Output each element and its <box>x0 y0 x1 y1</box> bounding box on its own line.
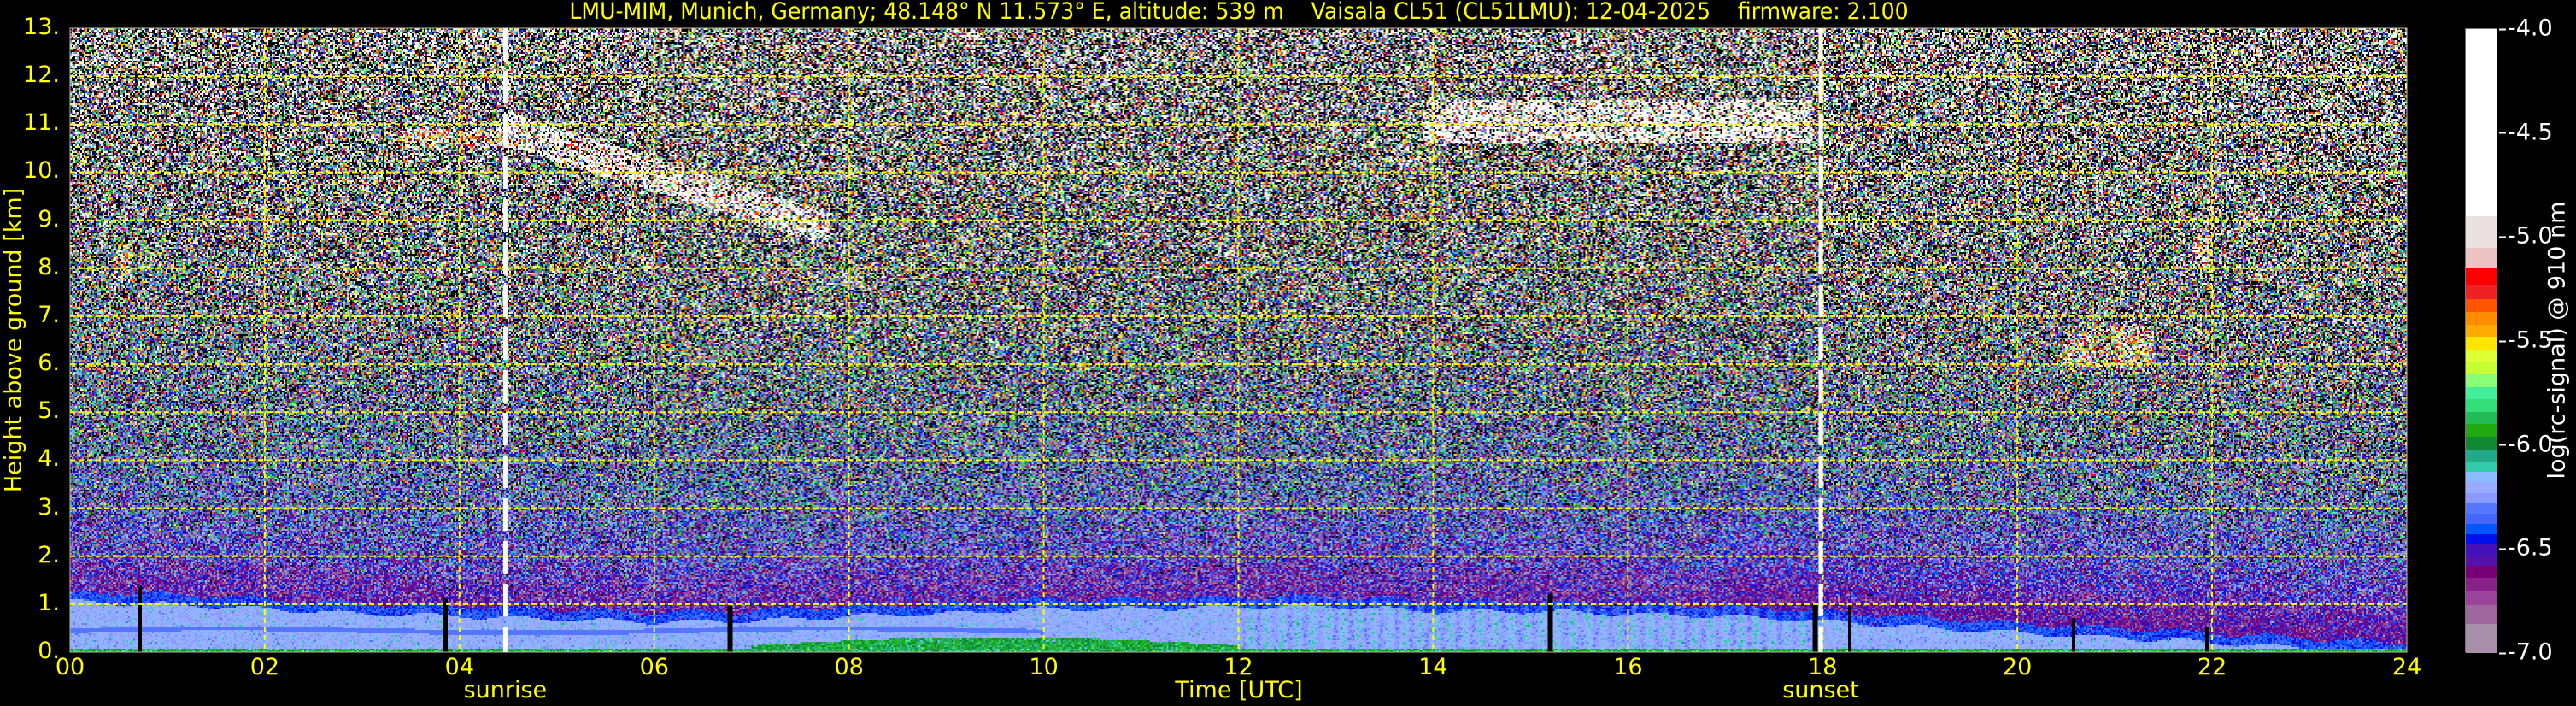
y-tick-label: 2. <box>38 542 60 568</box>
y-tick-label: 4. <box>38 445 60 472</box>
colorbar-segment <box>2466 591 2497 606</box>
plot-overlay <box>70 28 2407 652</box>
y-axis-label: Height above ground [km] <box>1 188 27 492</box>
chart-title: LMU-MIM, Munich, Germany; 48.148° N 11.5… <box>87 0 2391 25</box>
colorbar-segment <box>2466 482 2497 493</box>
y-tick-label: 6. <box>38 350 60 376</box>
colorbar <box>2465 28 2497 652</box>
y-tick-label: 5. <box>38 397 60 424</box>
x-tick-label: 24 <box>2392 654 2421 680</box>
colorbar-segment <box>2466 566 2497 579</box>
colorbar-segment <box>2466 325 2497 338</box>
colorbar-segment <box>2466 450 2497 462</box>
colorbar-segment <box>2466 216 2497 248</box>
x-tick-label: 08 <box>834 654 863 680</box>
sunrise-label: sunrise <box>464 677 548 703</box>
colorbar-segment <box>2466 412 2497 425</box>
colorbar-segment <box>2466 514 2497 525</box>
colorbar-segment <box>2466 503 2497 515</box>
y-tick-label: 1. <box>38 590 60 616</box>
colorbar-segment <box>2466 387 2497 400</box>
colorbar-segment <box>2466 299 2497 312</box>
colorbar-segment <box>2466 399 2497 412</box>
x-tick-label: 20 <box>2003 654 2032 680</box>
colorbar-segment <box>2466 362 2497 374</box>
y-tick-label: 10. <box>23 157 60 184</box>
x-tick-label: 00 <box>56 654 85 680</box>
x-tick-label: 10 <box>1029 654 1058 680</box>
colorbar-label: log(rc-signal) @ 910 nm <box>2544 202 2571 479</box>
colorbar-segment <box>2466 462 2497 473</box>
colorbar-segment <box>2466 472 2497 483</box>
colorbar-tick-label: -6.5 <box>2499 535 2553 562</box>
colorbar-tick-label: -4.0 <box>2499 15 2553 42</box>
colorbar-segment <box>2466 248 2497 269</box>
colorbar-segment <box>2466 268 2497 285</box>
colorbar-segment <box>2466 605 2497 624</box>
y-tick-label: 3. <box>38 493 60 520</box>
colorbar-segment <box>2466 437 2497 450</box>
colorbar-segment <box>2466 285 2497 300</box>
colorbar-segment <box>2466 544 2497 556</box>
x-tick-label: 02 <box>250 654 279 680</box>
plot-area <box>70 28 2407 652</box>
colorbar-segment <box>2466 312 2497 325</box>
colorbar-segment <box>2466 578 2497 591</box>
colorbar-segment <box>2466 424 2497 437</box>
colorbar-segment <box>2466 524 2497 535</box>
x-axis-label: Time [UTC] <box>1175 677 1302 703</box>
y-tick-label: 11. <box>23 109 60 136</box>
colorbar-segment <box>2466 337 2497 350</box>
x-tick-label: 14 <box>1418 654 1447 680</box>
y-tick-label: 9. <box>38 206 60 232</box>
colorbar-segment <box>2466 556 2497 567</box>
colorbar-segment <box>2466 374 2497 387</box>
colorbar-segment <box>2466 534 2497 545</box>
y-tick-label: 8. <box>38 254 60 280</box>
colorbar-segment <box>2466 493 2497 504</box>
x-tick-label: 16 <box>1613 654 1642 680</box>
sunset-label: sunset <box>1782 677 1859 703</box>
y-tick-label: 13. <box>23 14 60 40</box>
x-tick-label: 06 <box>640 654 669 680</box>
y-tick-label: 7. <box>38 302 60 328</box>
y-tick-label: 12. <box>23 62 60 88</box>
colorbar-segment <box>2466 29 2497 217</box>
colorbar-segment <box>2466 624 2497 654</box>
x-tick-label: 22 <box>2198 654 2227 680</box>
colorbar-tick-label: -4.5 <box>2499 119 2553 145</box>
colorbar-segment <box>2466 350 2497 362</box>
colorbar-tick-label: -7.0 <box>2499 639 2553 666</box>
